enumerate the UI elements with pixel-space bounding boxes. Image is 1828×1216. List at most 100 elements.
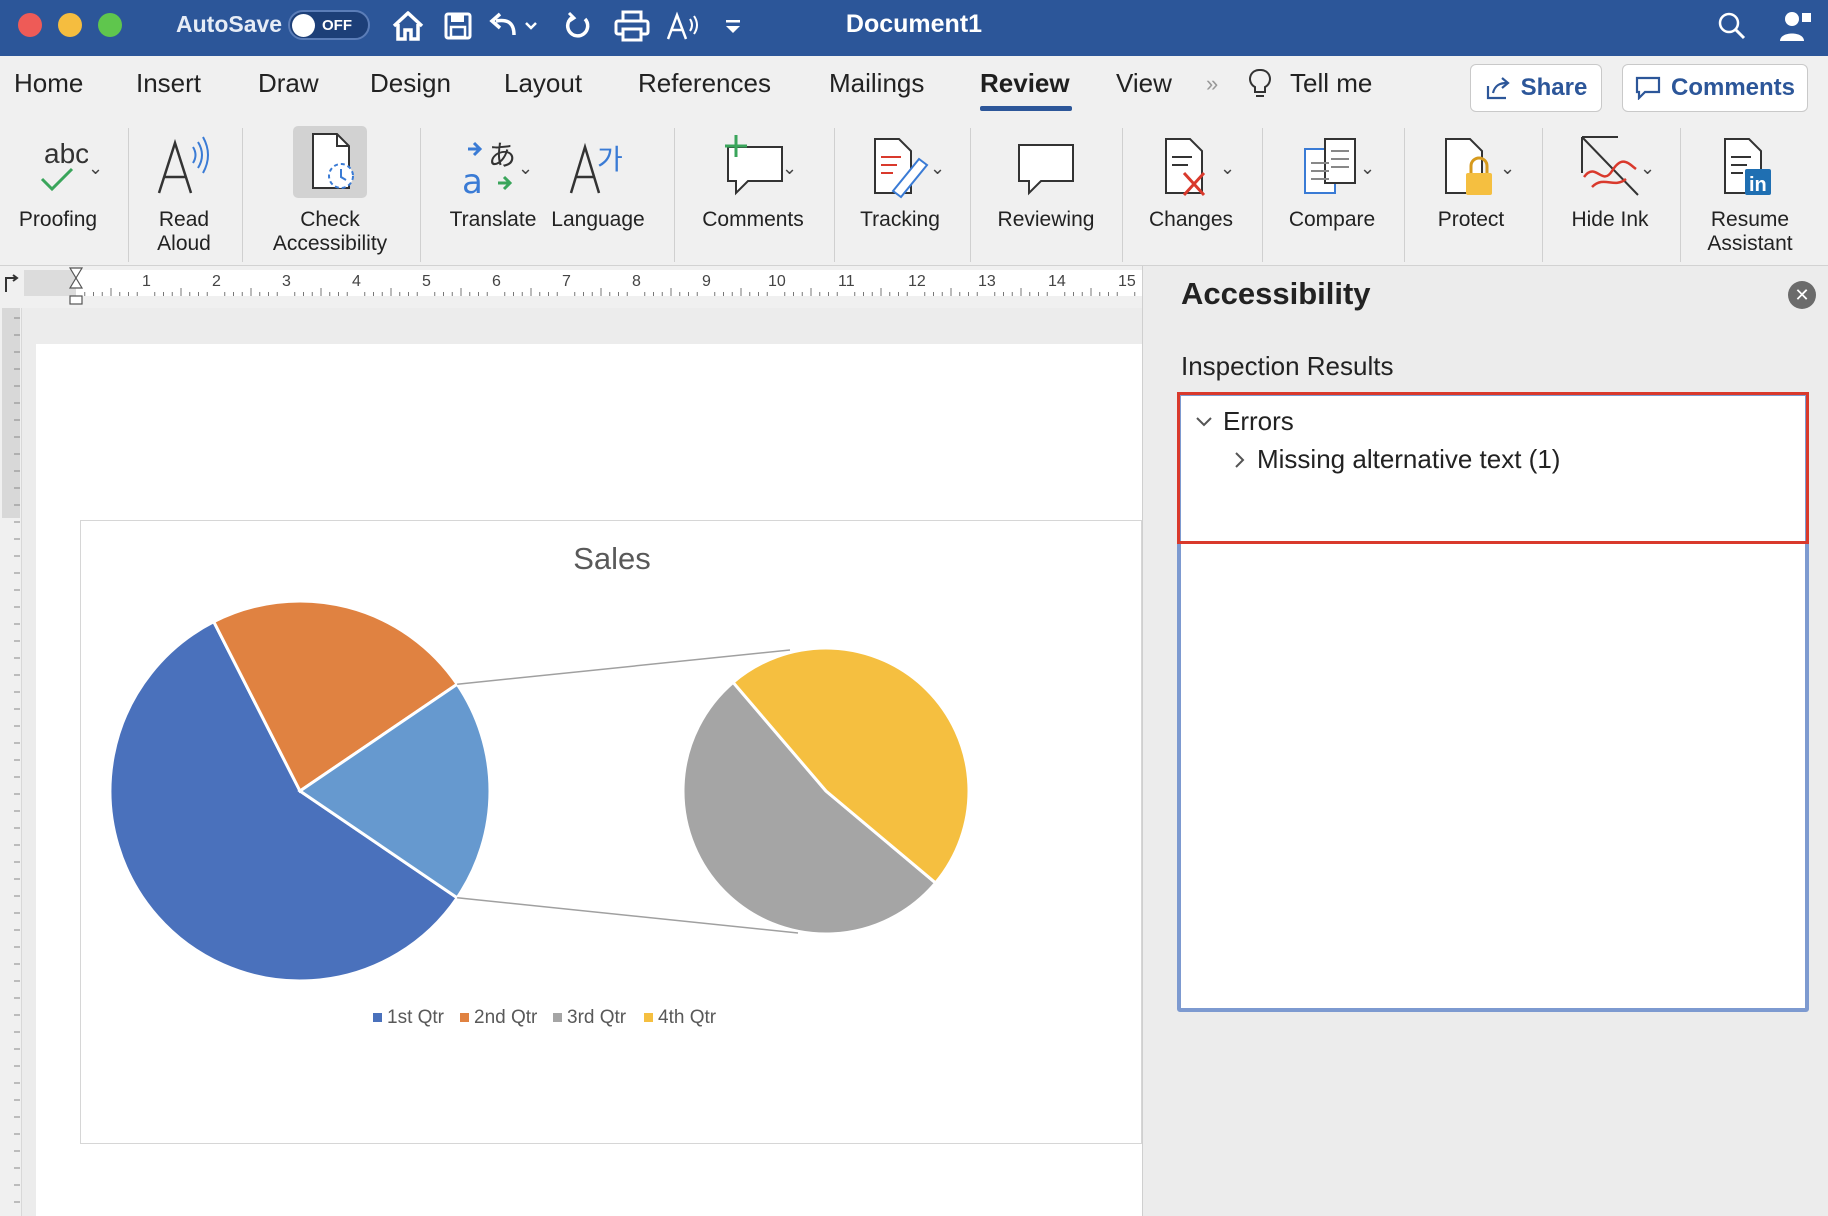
tab-mailings[interactable]: Mailings [829,68,924,99]
language-label: Language [551,208,645,231]
ruler-number: 15 [1118,273,1136,290]
language-button[interactable]: 가 Language [548,114,648,266]
lightbulb-icon [1248,68,1272,107]
reviewing-button[interactable]: Reviewing [984,114,1108,266]
reviewing-label: Reviewing [997,208,1095,231]
tab-draw[interactable]: Draw [258,68,319,99]
autosave-toggle[interactable]: OFF [288,10,370,40]
redo-icon[interactable] [560,6,596,46]
read-aloud-label-1: Read [158,208,210,231]
resume-label-2: Assistant [1707,232,1793,255]
comments-ribbon-button[interactable]: Comments [688,114,818,266]
pie-chart[interactable]: Sales 1st Qtr 2nd Qtr 3rd Qtr 4th Qtr [80,520,1142,1144]
chevron-down-icon[interactable]: ⌄ [1500,158,1515,179]
missing-alt-text-item[interactable]: Missing alternative text (1) [1233,444,1560,475]
legend-swatch [373,1013,382,1022]
read-aloud-quick-icon[interactable] [664,6,704,46]
chevron-down-icon[interactable]: ⌄ [1220,158,1235,179]
share-icon [1486,77,1510,100]
document-canvas: Sales 1st Qtr 2nd Qtr 3rd Qtr 4th Qtr [0,308,1142,1216]
svg-text:abc: abc [44,138,88,169]
svg-text:あ: あ [488,139,516,172]
tab-view[interactable]: View [1116,68,1172,99]
close-window-button[interactable] [18,13,42,37]
new-comment-icon [725,135,783,196]
tab-selector-icon[interactable] [0,266,24,308]
chevron-down-icon[interactable]: ⌄ [1360,158,1375,179]
legend-swatch [460,1013,469,1022]
tab-home[interactable]: Home [14,68,83,99]
close-panel-button[interactable]: ✕ [1788,281,1816,309]
home-icon[interactable] [388,6,428,46]
ruler-number: 7 [562,273,571,290]
ruler-scale[interactable]: 1 2 3 4 5 6 7 8 9 10 11 12 13 14 15 [24,266,1142,308]
toggle-state: OFF [322,17,352,34]
tab-references[interactable]: References [638,68,771,99]
hide-ink-icon [1581,136,1639,196]
search-icon[interactable] [1712,6,1752,46]
ruler-number: 2 [212,273,221,290]
legend-label: 4th Qtr [658,1007,717,1028]
check-accessibility-button[interactable]: Check Accessibility [256,114,404,266]
share-person-icon[interactable] [1774,6,1818,46]
document-title: Document1 [845,10,983,38]
undo-icon[interactable] [486,6,544,46]
comments-button[interactable]: Comments [1622,64,1808,112]
ribbon-divider [1680,128,1681,262]
ribbon-divider [1262,128,1263,262]
chevron-down-icon[interactable]: ⌄ [782,158,797,179]
ribbon-divider [834,128,835,262]
ribbon-divider [1542,128,1543,262]
translate-label: Translate [449,208,537,231]
tracking-button[interactable]: Tracking [848,114,952,266]
tab-layout[interactable]: Layout [504,68,582,99]
proofing-button[interactable]: abc Proofing [6,114,110,266]
changes-label: Changes [1148,208,1234,231]
accessibility-panel: Accessibility ✕ Inspection Results Error… [1142,266,1828,1216]
ruler-number: 5 [422,273,431,290]
chevron-down-icon[interactable]: ⌄ [930,158,945,179]
customize-toolbar-icon[interactable] [718,6,748,46]
ruler-number: 3 [282,273,291,290]
read-aloud-icon [157,136,209,194]
chevron-down-icon[interactable]: ⌄ [1640,158,1655,179]
tab-review[interactable]: Review [980,68,1070,99]
protect-button[interactable]: Protect [1418,114,1524,266]
active-tab-indicator [980,106,1072,111]
read-aloud-button[interactable]: Read Aloud [136,114,232,266]
chevron-down-icon[interactable]: ⌄ [518,158,533,179]
hide-ink-button[interactable]: Hide Ink [1556,114,1664,266]
resume-assistant-button[interactable]: in Resume Assistant [1694,114,1806,266]
horizontal-ruler: 1 2 3 4 5 6 7 8 9 10 11 12 13 14 15 [0,266,1142,308]
resume-label-1: Resume [1710,208,1790,231]
share-button[interactable]: Share [1470,64,1602,112]
share-label: Share [1520,74,1588,101]
save-icon[interactable] [440,6,476,46]
chevron-right-icon [1235,451,1245,468]
changes-button[interactable]: Changes [1136,114,1246,266]
changes-icon [1165,138,1206,197]
document-page[interactable]: Sales 1st Qtr 2nd Qtr 3rd Qtr 4th Qtr [36,344,1142,1216]
language-icon: 가 [569,142,623,194]
ruler-number: 1 [142,273,151,290]
compare-button[interactable]: Compare [1276,114,1388,266]
tab-design[interactable]: Design [370,68,451,99]
ruler-number: 10 [768,273,786,290]
tell-me-search[interactable]: Tell me [1290,68,1372,99]
errors-group[interactable]: Errors [1195,406,1294,437]
vertical-ruler[interactable] [0,308,22,1216]
inspection-results-list[interactable]: Errors Missing alternative text (1) [1177,392,1809,1012]
minimize-window-button[interactable] [58,13,82,37]
errors-label: Errors [1223,406,1294,436]
ruler-number: 4 [352,273,361,290]
zoom-window-button[interactable] [98,13,122,37]
ruler-number: 8 [632,273,641,290]
more-tabs-icon[interactable]: » [1206,71,1218,97]
reviewing-pane-icon [1018,144,1074,196]
translate-button[interactable]: a あ Translate [438,114,548,266]
title-bar: AutoSave OFF Document1 [0,0,1828,56]
legend-label: 2nd Qtr [474,1007,538,1028]
chevron-down-icon[interactable]: ⌄ [88,158,103,179]
print-icon[interactable] [610,6,654,46]
tab-insert[interactable]: Insert [136,68,201,99]
